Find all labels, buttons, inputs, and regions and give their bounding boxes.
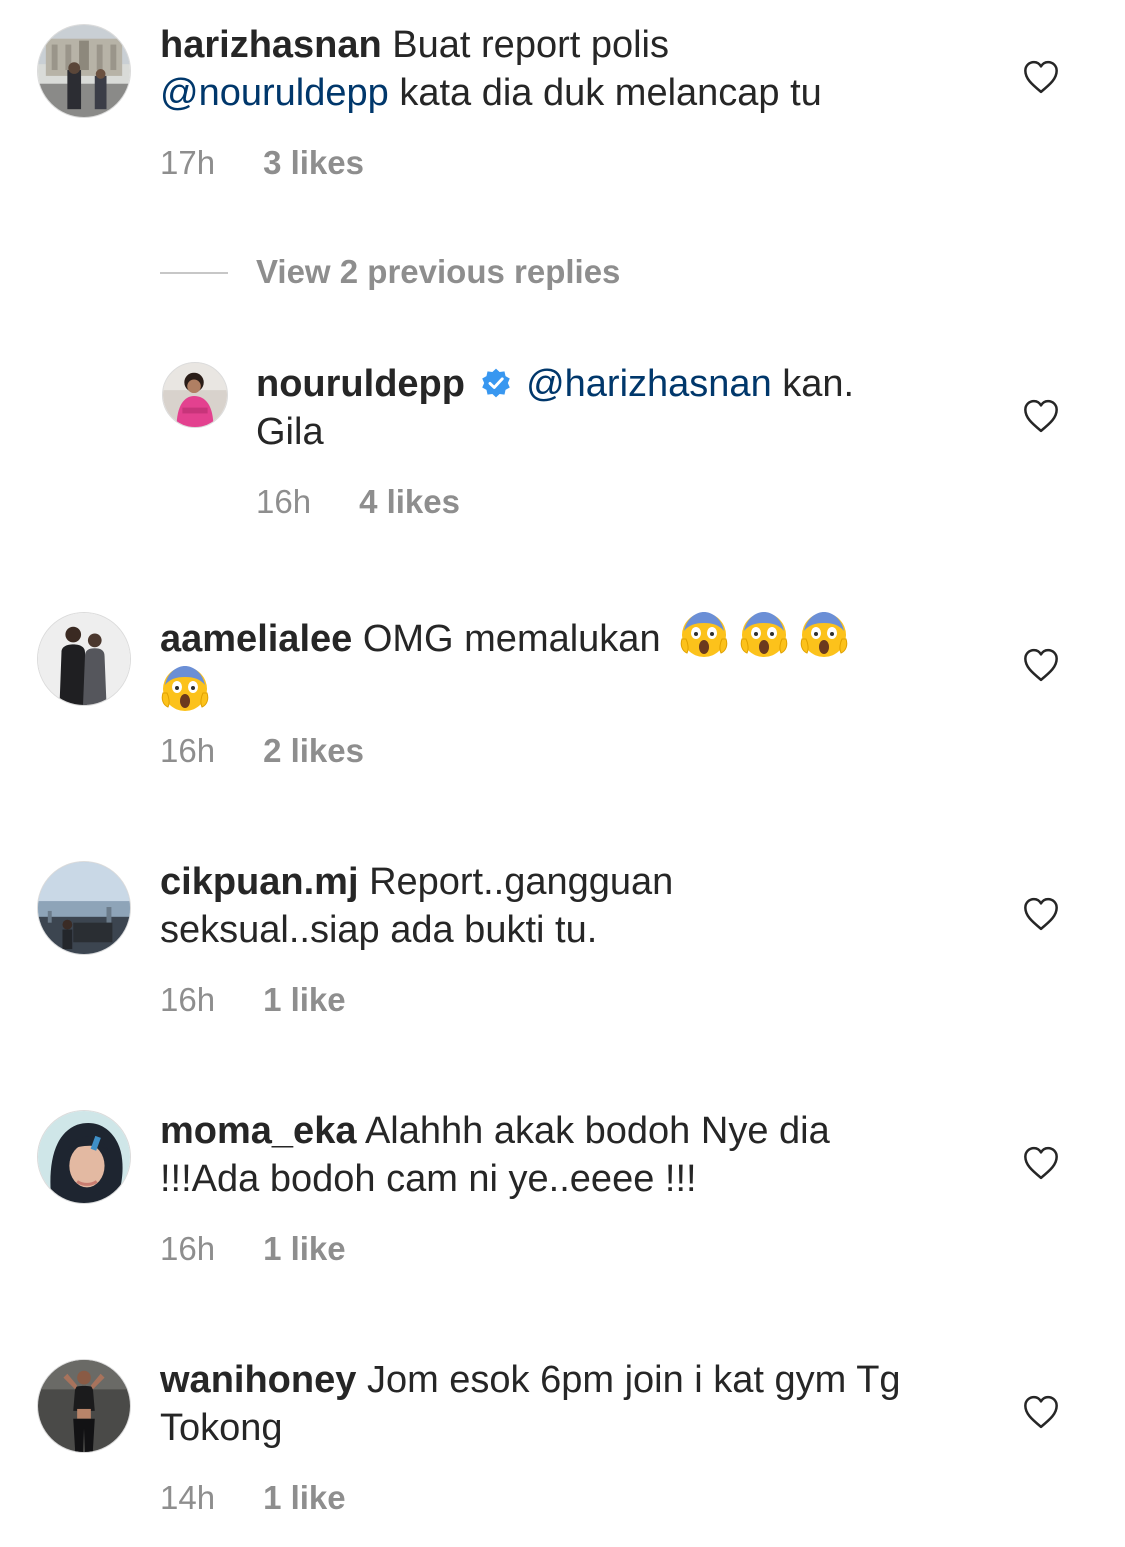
face-screaming-in-fear-emoji [680,612,728,657]
avatar-photo-city-view [38,862,130,954]
comment-meta: 16h 1 like [160,1229,346,1269]
replies-divider-line [160,272,228,274]
avatar-photo-pink [163,363,227,427]
comment-text: harizhasnan Buat report polis @nouruldep… [160,21,950,117]
reply-text: nouruldepp @harizhasnan kan. Gila [256,360,916,456]
comment-username[interactable]: wanihoney [160,1359,356,1401]
reply-likes[interactable]: 4 likes [359,483,460,520]
comment-time: 14h [160,1479,216,1516]
comment-meta: 16h 1 like [160,980,346,1020]
comment-username[interactable]: harizhasnan [160,24,382,66]
comment-likes[interactable]: 1 like [263,981,346,1018]
comment-meta: 16h 2 likes [160,731,364,771]
avatar-photo-portrait [38,1111,130,1203]
comment-text: aamelialee OMG memalukan [160,609,950,717]
heart-outline-icon[interactable] [1022,1394,1060,1430]
comment-meta: 17h 3 likes [160,143,364,183]
comment-likes[interactable]: 3 likes [263,144,364,181]
avatar[interactable] [37,24,131,118]
reply-meta: 16h 4 likes [256,482,460,522]
avatar[interactable] [37,612,131,706]
comment-likes[interactable]: 1 like [263,1479,346,1516]
avatar[interactable] [37,1359,131,1453]
comment-body: Buat report polis [392,24,670,66]
reply-time: 16h [256,483,312,520]
comment-likes[interactable]: 2 likes [263,732,364,769]
avatar-photo-couple [38,613,130,705]
comment-body: OMG memalukan [362,618,661,660]
avatar-photo-fitness [38,1360,130,1452]
mention-link[interactable]: @harizhasnan [526,363,772,405]
heart-outline-icon[interactable] [1022,59,1060,95]
face-screaming-in-fear-emoji [740,612,788,657]
comment-time: 16h [160,981,216,1018]
comment-time: 17h [160,144,216,181]
face-screaming-in-fear-emoji [161,666,209,711]
face-screaming-in-fear-emoji [800,612,848,657]
heart-outline-icon[interactable] [1022,1145,1060,1181]
heart-outline-icon[interactable] [1022,647,1060,683]
comment-username[interactable]: moma_eka [160,1110,356,1152]
comment-username[interactable]: cikpuan.mj [160,861,359,903]
avatar-photo-building [38,25,130,117]
avatar[interactable] [162,362,228,428]
avatar[interactable] [37,861,131,955]
comment-text: wanihoney Jom esok 6pm join i kat gym Tg… [160,1356,950,1452]
reply-username[interactable]: nouruldepp [256,363,465,405]
view-replies-label: View 2 previous replies [256,253,621,290]
comment-body-continued: kata dia duk melancap tu [399,72,822,114]
comment-time: 16h [160,732,216,769]
comment-likes[interactable]: 1 like [263,1230,346,1267]
comment-text: moma_eka Alahhh akak bodoh Nye dia !!!Ad… [160,1107,880,1203]
avatar[interactable] [37,1110,131,1204]
comment-meta: 14h 1 like [160,1478,346,1518]
heart-outline-icon[interactable] [1022,896,1060,932]
comment-username[interactable]: aamelialee [160,618,352,660]
comment-text: cikpuan.mj Report..gangguan seksual..sia… [160,858,780,954]
comment-time: 16h [160,1230,216,1267]
verified-badge-icon [481,368,510,398]
heart-outline-icon[interactable] [1022,398,1060,434]
mention-link[interactable]: @nouruldepp [160,72,389,114]
